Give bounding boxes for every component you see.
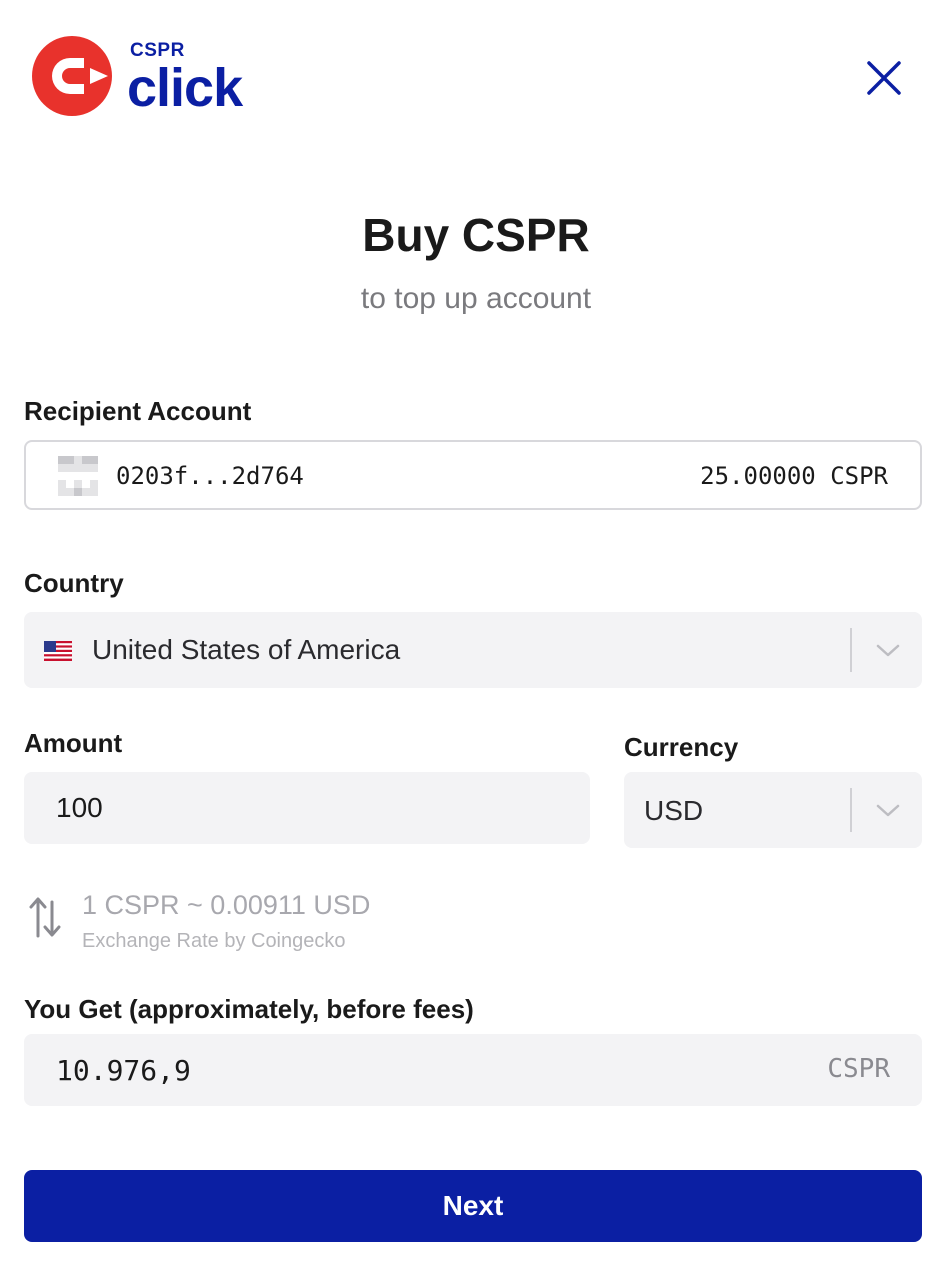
logo-big-text: click: [127, 58, 243, 118]
select-divider: [850, 628, 852, 672]
close-icon: [867, 61, 901, 95]
country-value: United States of America: [92, 634, 401, 665]
you-get-unit: CSPR: [827, 1054, 890, 1084]
cspr-click-logo: CSPR click: [30, 34, 260, 120]
amount-label: Amount: [24, 728, 123, 758]
you-get-field: 10.976,9 CSPR: [24, 1034, 922, 1106]
close-button[interactable]: [860, 54, 908, 102]
currency-select[interactable]: USD: [624, 772, 922, 848]
page-title: Buy CSPR: [362, 209, 590, 261]
you-get-label: You Get (approximately, before fees): [24, 994, 474, 1024]
recipient-address: 0203f...2d764: [116, 462, 304, 490]
recipient-balance: 25.00000 CSPR: [700, 462, 888, 490]
exchange-rate-text: 1 CSPR ~ 0.00911 USD: [82, 890, 371, 920]
cspr-click-logo-icon: [32, 36, 112, 116]
currency-value: USD: [644, 795, 704, 826]
currency-label: Currency: [624, 732, 739, 762]
recipient-account-label: Recipient Account: [24, 396, 252, 426]
chevron-down-icon[interactable]: [874, 638, 902, 662]
us-flag-icon: [44, 641, 72, 661]
you-get-value: 10.976,9: [56, 1054, 191, 1087]
swap-arrows-icon: [29, 897, 61, 938]
country-label: Country: [24, 568, 124, 598]
chevron-down-icon[interactable]: [874, 798, 902, 822]
next-button[interactable]: Next: [24, 1170, 922, 1242]
account-identicon-icon: [58, 456, 98, 496]
recipient-account-box: 0203f...2d764 25.00000 CSPR: [24, 440, 922, 510]
select-divider: [850, 788, 852, 832]
amount-input[interactable]: [24, 772, 590, 844]
exchange-rate-source: Exchange Rate by Coingecko: [82, 930, 346, 952]
page-subtitle: to top up account: [360, 282, 592, 315]
amount-field[interactable]: [24, 772, 590, 844]
country-select[interactable]: United States of America: [24, 612, 922, 688]
